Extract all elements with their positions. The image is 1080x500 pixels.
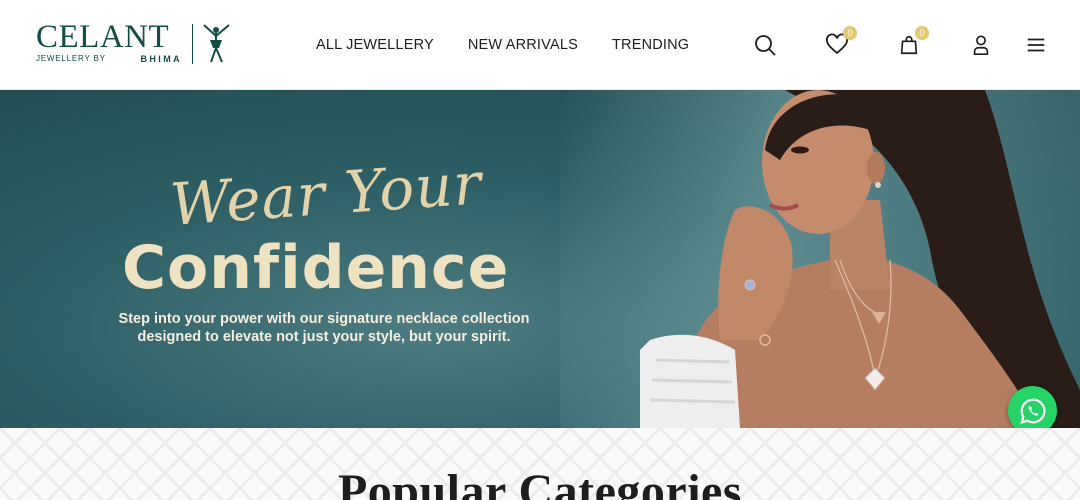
- search-button[interactable]: [752, 32, 778, 58]
- main-nav: ALL JEWELLERY NEW ARRIVALS TRENDING: [316, 37, 689, 53]
- cart-button[interactable]: 0: [896, 26, 929, 58]
- hero-description: Step into your power with our signature …: [110, 310, 538, 346]
- hero-banner[interactable]: Wear Your Confidence Step into your powe…: [0, 90, 1080, 428]
- section-title: Popular Categories: [337, 465, 743, 500]
- model-photo: [640, 90, 1080, 428]
- account-button[interactable]: [968, 32, 994, 58]
- logo-text: CELANT JEWELLERY BY BHIMA: [36, 19, 182, 65]
- whatsapp-icon: [1019, 398, 1045, 424]
- nav-new-arrivals[interactable]: NEW ARRIVALS: [468, 37, 578, 53]
- nav-all-jewellery[interactable]: ALL JEWELLERY: [316, 37, 434, 53]
- logo-divider: [192, 24, 193, 64]
- logo-wordmark: CELANT: [36, 19, 170, 55]
- hero-script-heading: Wear Your: [168, 149, 485, 239]
- site-header: CELANT JEWELLERY BY BHIMA ALL JEWELLERY …: [0, 0, 1080, 90]
- hamburger-menu-icon: [1027, 38, 1045, 52]
- hero-description-line-1: Step into your power with our signature …: [118, 311, 530, 327]
- logo-by-text: JEWELLERY BY: [36, 54, 106, 63]
- user-icon: [973, 35, 989, 55]
- search-icon: [755, 35, 776, 56]
- cart-count-badge: 0: [915, 26, 929, 40]
- nav-trending[interactable]: TRENDING: [612, 37, 689, 53]
- menu-button[interactable]: [1023, 32, 1049, 58]
- wishlist-button[interactable]: 0: [824, 26, 857, 58]
- hero-description-line-2: designed to elevate not just your style,…: [137, 329, 511, 345]
- dancer-logo-icon: [203, 24, 230, 63]
- brand-logo[interactable]: CELANT JEWELLERY BY BHIMA: [36, 19, 236, 68]
- logo-brand-text: BHIMA: [140, 54, 182, 64]
- popular-categories-section: Popular Categories: [0, 428, 1080, 500]
- wishlist-count-badge: 0: [843, 26, 857, 40]
- hero-title: Confidence: [122, 233, 510, 303]
